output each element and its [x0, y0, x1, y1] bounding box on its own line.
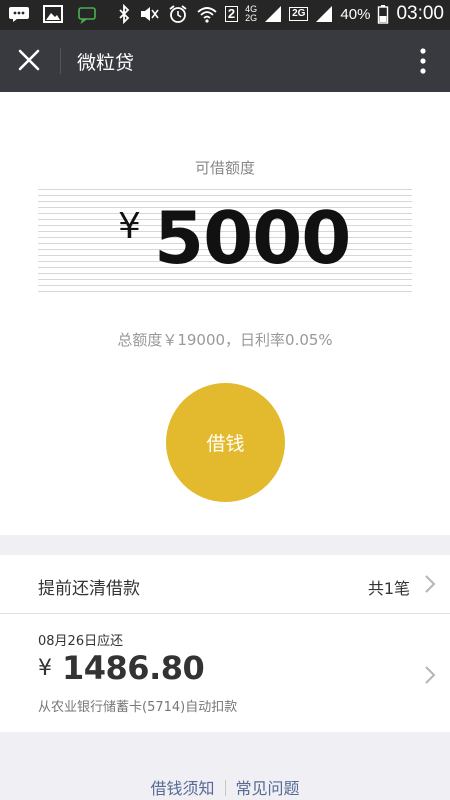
early-repay-label: 提前还清借款	[38, 579, 140, 599]
repayment-bill-row[interactable]: 08月26日应还 ¥ 1486.80 从农业银行储蓄卡(5714)自动扣款	[0, 614, 450, 732]
bluetooth-icon	[119, 4, 130, 24]
mute-icon	[140, 7, 159, 21]
signal-icon	[265, 6, 282, 22]
chevron-right-icon	[425, 575, 436, 593]
footer-separator	[224, 780, 226, 796]
currency-symbol: ¥	[118, 206, 141, 247]
title-bar: 微粒贷	[0, 30, 450, 92]
total-quota-rate: 总额度￥19000，日利率0.05%	[117, 331, 333, 349]
loan-count: 共1笔	[367, 579, 410, 598]
battery-percent: 40%	[340, 5, 371, 23]
early-repay-row[interactable]: 提前还清借款 共1笔	[0, 555, 450, 613]
auto-debit-source: 从农业银行储蓄卡(5714)自动扣款	[38, 700, 238, 715]
quota-label: 可借额度	[194, 159, 255, 177]
close-icon[interactable]	[10, 43, 48, 79]
network-type-label: 4G 2G	[245, 4, 258, 23]
borrowing-notice-link[interactable]: 借钱须知	[150, 779, 214, 798]
more-options-icon[interactable]	[416, 46, 430, 76]
clock: 03:00	[396, 3, 444, 24]
available-amount-box: ¥ 5000	[38, 184, 412, 294]
footer-links: 借钱须知 常见问题	[0, 775, 450, 799]
network-2g-badge: 2G	[289, 7, 309, 21]
wifi-icon	[197, 7, 217, 23]
chat-bubble-icon	[9, 7, 29, 22]
chevron-right-icon	[425, 666, 436, 684]
gallery-icon	[43, 5, 63, 23]
alarm-icon	[169, 5, 187, 23]
message-icon	[78, 7, 96, 24]
borrow-button[interactable]: 借钱	[166, 383, 285, 502]
bill-currency-symbol: ¥	[38, 656, 52, 681]
status-bar: 2 4G 2G 2G 40% 03:00	[0, 0, 450, 30]
bill-amount: 1486.80	[62, 649, 205, 687]
faq-link[interactable]: 常见问题	[236, 779, 300, 798]
title-divider	[60, 48, 61, 74]
due-date: 08月26日应还	[38, 634, 124, 649]
sim-badge: 2	[224, 6, 239, 22]
battery-icon	[378, 5, 389, 24]
page-title: 微粒贷	[77, 52, 135, 74]
available-amount: 5000	[154, 196, 351, 280]
credit-card-panel: 可借额度 ¥ 5000 总额度￥19000，日利率0.05% 借钱	[0, 92, 450, 535]
signal-2-icon	[316, 6, 333, 22]
